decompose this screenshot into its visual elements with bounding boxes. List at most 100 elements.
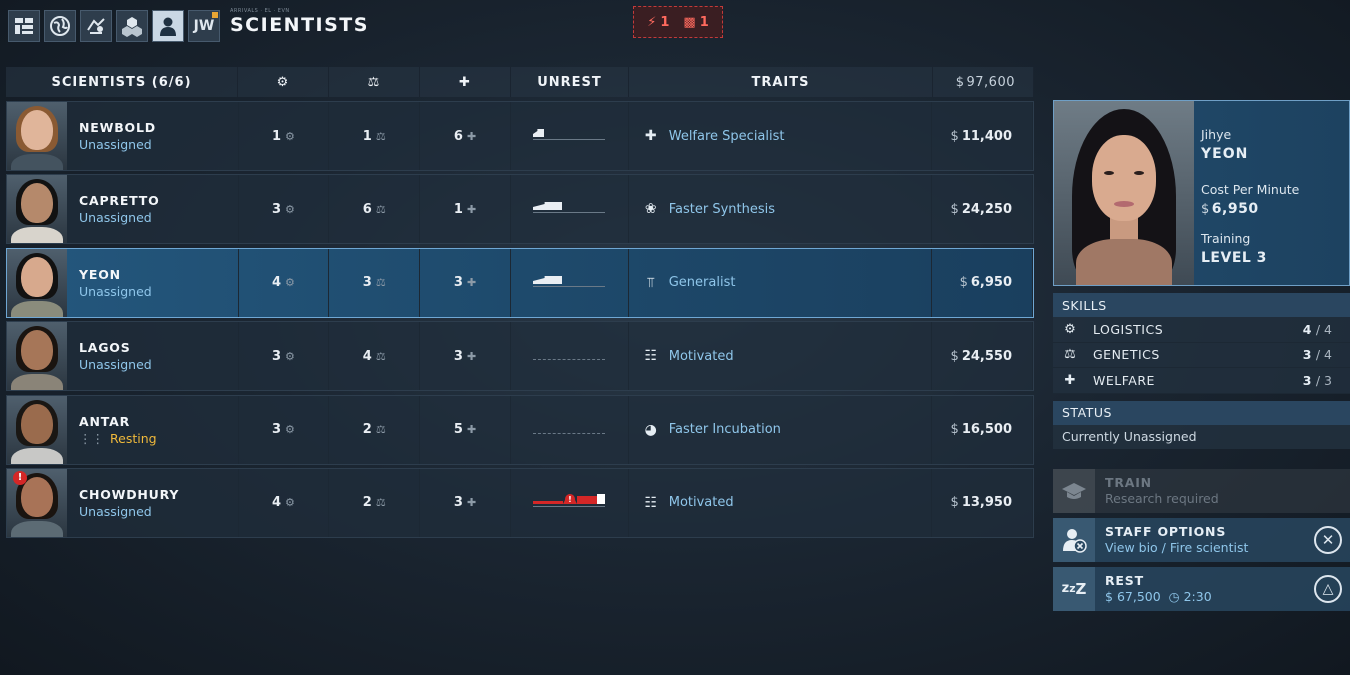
trait-cell: ☷ Motivated — [629, 322, 933, 391]
unrest-cell — [511, 102, 629, 170]
table-body: NEWBOLD Unassigned 1 ⚙ 1 ⚖ 6 ✚ ✚ Welfare Speciali… — [6, 101, 1034, 538]
skill-genetics: ⚖ GENETICS 3 / 4 — [1053, 342, 1350, 368]
synthesis-icon: ❀ — [644, 201, 657, 218]
welfare-value: 3 — [453, 348, 463, 364]
table-row[interactable]: YEON Unassigned 4 ⚙ 3 ⚖ 3 ✚ ⫪ Generalist $6,950 — [6, 247, 1034, 318]
logistics-value: 4 — [271, 275, 282, 291]
scientist-cost: 13,950 — [961, 495, 1012, 511]
page-title-text: SCIENTISTS — [230, 14, 369, 36]
staff-options-title: STAFF OPTIONS — [1105, 524, 1227, 539]
skills-list: ⚙ LOGISTICS 4 / 4 ⚖ GENETICS 3 / 4 ✚ WEL… — [1053, 317, 1350, 394]
skill-logistics: ⚙ LOGISTICS 4 / 4 — [1053, 317, 1350, 343]
welfare-specialist-icon: ✚ — [644, 128, 657, 144]
logistics-cell: 1 ⚙ — [239, 102, 330, 170]
train-button[interactable]: TRAIN Research required — [1053, 468, 1350, 513]
col-welfare-header[interactable]: ✚ — [420, 67, 511, 97]
skill-value: 4 / 4 — [1302, 321, 1332, 337]
alert-power-count: 1 — [660, 14, 670, 30]
scientist-portrait — [7, 395, 67, 464]
gear-icon: ⚙ — [285, 202, 295, 216]
scientist-cost: 24,250 — [961, 201, 1012, 217]
scientist-name: LAGOS — [79, 340, 131, 356]
scientist-cell: CAPRETTO Unassigned — [7, 175, 239, 244]
genetics-cell: 2 ⚖ — [329, 395, 421, 464]
table-row[interactable]: CAPRETTO Unassigned 3 ⚙ 6 ⚖ 1 ✚ ❀ Faster Synthesi… — [6, 174, 1034, 245]
table-row[interactable]: NEWBOLD Unassigned 1 ⚙ 1 ⚖ 6 ✚ ✚ Welfare Speciali… — [6, 101, 1034, 171]
table-header: SCIENTISTS (6/6) ⚙ ⚖ ✚ UNREST TRAITS $97… — [6, 67, 1034, 97]
unrest-meter: ! — [533, 493, 606, 511]
warning-icon: ! — [13, 470, 27, 485]
col-unrest-header[interactable]: UNREST — [511, 67, 629, 97]
scientist-name: CHOWDHURY — [79, 486, 180, 502]
staff-options-button[interactable]: STAFF OPTIONS View bio / Fire scientist … — [1053, 517, 1350, 562]
welfare-cell: 3 ✚ — [420, 322, 511, 391]
scientist-status: Unassigned — [79, 137, 152, 152]
currency-symbol: $ — [955, 74, 965, 90]
welfare-cell: 5 ✚ — [420, 395, 511, 464]
notification-badge — [212, 12, 218, 18]
page-title: ARRIVALS · EL · EVN SCIENTISTS — [230, 8, 369, 36]
motivated-icon: ☷ — [644, 348, 658, 365]
trait-name: Welfare Specialist — [668, 128, 785, 144]
gear-icon: ⚙ — [285, 423, 295, 437]
train-subtitle: Research required — [1105, 491, 1219, 506]
globe-icon[interactable] — [44, 10, 76, 42]
unrest-meter — [533, 201, 606, 217]
table-row[interactable]: ANTAR ⋮⋮ Resting 3 ⚙ 2 ⚖ 5 ✚ ◕ Faster Incubation $1… — [6, 394, 1034, 465]
col-genetics-header[interactable]: ⚖ — [329, 67, 420, 97]
expedition-icon[interactable] — [80, 10, 112, 42]
scientist-icon[interactable] — [152, 10, 184, 42]
logistics-cell: 3 ⚙ — [239, 175, 330, 244]
triangle-button-icon[interactable]: △ — [1314, 574, 1342, 603]
cost-cell: $24,550 — [932, 322, 1033, 391]
lightning-icon: ⚡ — [647, 14, 657, 30]
genetics-value: 6 — [362, 201, 372, 217]
genetics-cell: 4 ⚖ — [329, 322, 421, 391]
cost-cell: $6,950 — [932, 248, 1033, 317]
welfare-cell: 3 ✚ — [420, 248, 511, 317]
logistics-value: 4 — [271, 495, 282, 511]
flask-icon: ⚖ — [1064, 347, 1076, 363]
resources-icon[interactable] — [116, 10, 148, 42]
welfare-cell: 3 ✚ — [420, 468, 511, 537]
unrest-cell — [511, 322, 629, 391]
scientist-name-block: NEWBOLD Unassigned — [79, 120, 156, 152]
scientist-name: NEWBOLD — [79, 120, 156, 135]
currency-symbol: $ — [1201, 202, 1210, 217]
cost-cell: $13,950 — [932, 468, 1033, 537]
cross-button-icon[interactable]: ✕ — [1314, 525, 1342, 554]
sleep-icon: zzZ — [1053, 566, 1095, 611]
genetics-cell: 2 ⚖ — [329, 468, 421, 537]
currency-symbol: $ — [950, 348, 959, 364]
alerts-box[interactable]: ⚡ 1 ▩ 1 — [633, 6, 723, 38]
cost-amount: 6,950 — [1211, 201, 1259, 217]
jw-logo-icon[interactable]: JW — [188, 10, 220, 42]
col-total-cost-header[interactable]: $97,600 — [933, 67, 1034, 97]
scientist-name: ANTAR — [79, 413, 130, 429]
col-name-header[interactable]: SCIENTISTS (6/6) — [6, 67, 238, 97]
skill-name: WELFARE — [1093, 372, 1155, 388]
status-header: STATUS — [1053, 400, 1350, 425]
scientist-cost: 24,550 — [961, 348, 1012, 364]
skill-value: 3 / 3 — [1302, 372, 1332, 388]
rest-title: REST — [1105, 573, 1144, 588]
facility-grid-icon[interactable] — [8, 10, 40, 42]
top-nav-bar: JW — [8, 10, 220, 42]
welfare-cell: 1 ✚ — [420, 175, 511, 244]
table-row[interactable]: ! CHOWDHURY Unassigned 4 ⚙ 2 ⚖ 3 ✚! ☷ Motivated $13… — [6, 467, 1034, 538]
genetics-cell: 3 ⚖ — [329, 248, 421, 317]
rest-button[interactable]: zzZ REST $ 67,500 ◷ 2:30 △ — [1053, 566, 1350, 611]
incubation-icon: ◕ — [644, 421, 657, 438]
flask-icon: ⚖ — [375, 276, 386, 290]
welfare-value: 1 — [453, 201, 463, 217]
scientist-portrait: ! — [7, 468, 67, 537]
staff-options-subtitle: View bio / Fire scientist — [1105, 540, 1249, 555]
gear-icon: ⚙ — [285, 129, 295, 143]
trait-cell: ⫪ Generalist — [629, 248, 933, 317]
train-title: TRAIN — [1105, 475, 1152, 490]
total-cost: 97,600 — [966, 74, 1015, 90]
col-logistics-header[interactable]: ⚙ — [238, 67, 329, 97]
staff-options-text: STAFF OPTIONS View bio / Fire scientist — [1105, 524, 1248, 555]
col-traits-header[interactable]: TRAITS — [629, 67, 933, 97]
table-row[interactable]: LAGOS Unassigned 3 ⚙ 4 ⚖ 3 ✚ ☷ Motivated $24,550 — [6, 321, 1034, 392]
